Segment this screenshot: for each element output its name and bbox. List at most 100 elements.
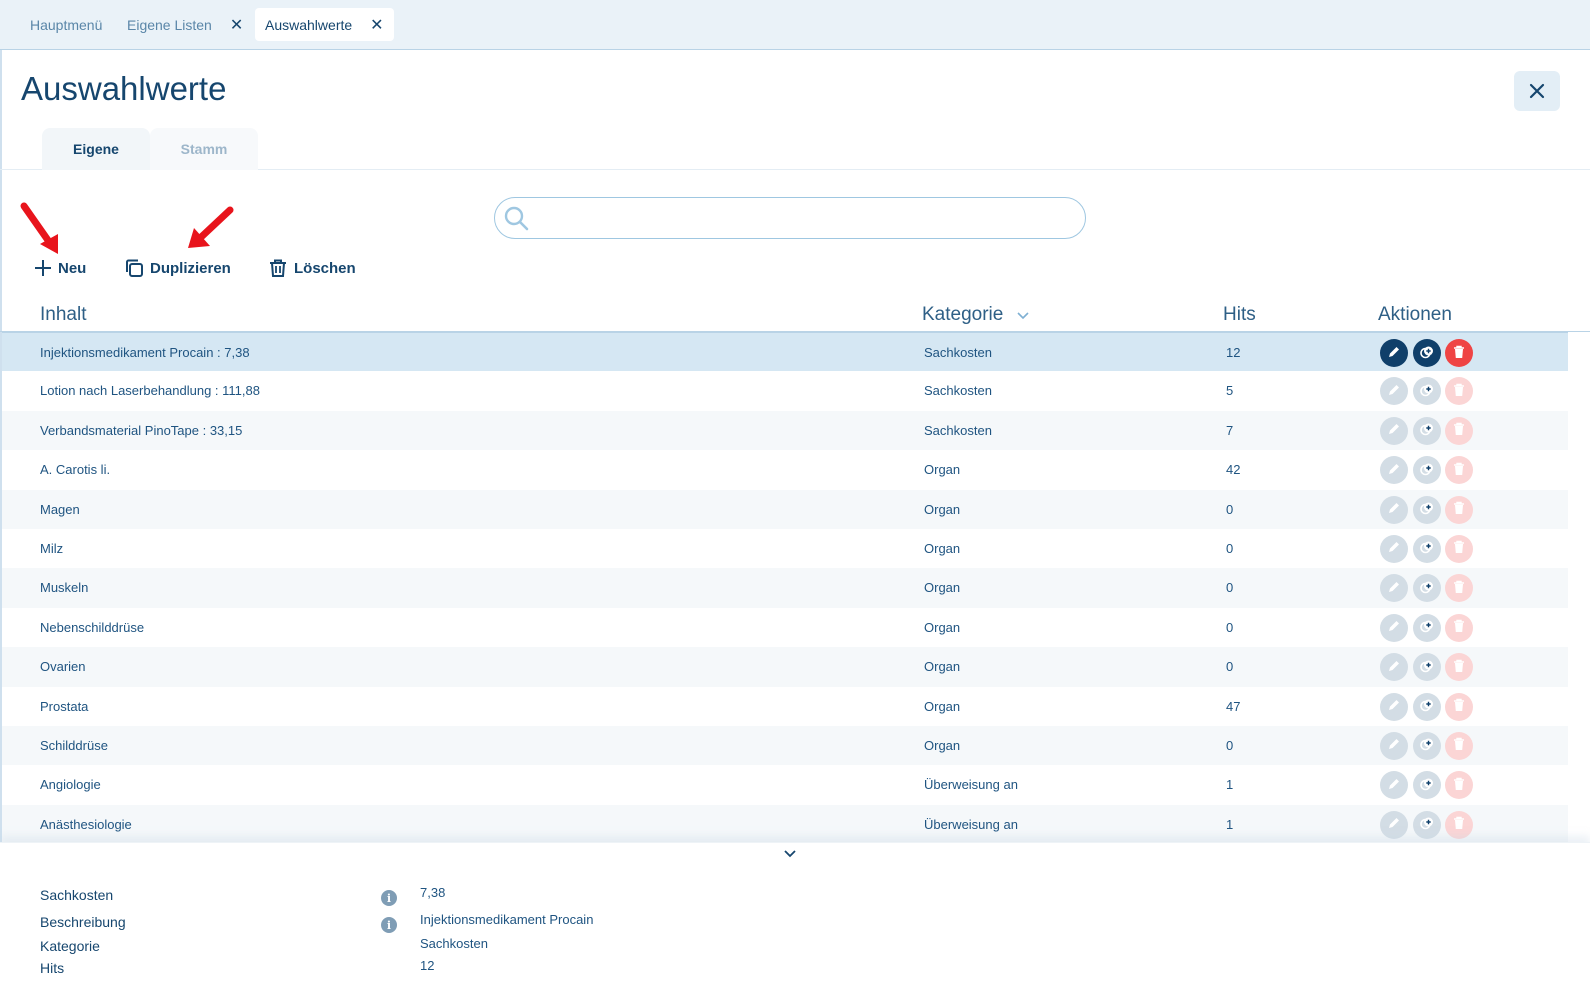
window-tab-auswahlwerte[interactable]: Auswahlwerte ✕ <box>255 8 394 41</box>
table-row[interactable]: Lotion nach Laserbehandlung : 111,88 Sac… <box>2 371 1568 410</box>
delete-row-button[interactable] <box>1445 339 1473 367</box>
table-row[interactable]: Anästhesiologie Überweisung an 1 <box>2 804 1568 845</box>
edit-button[interactable] <box>1380 339 1408 367</box>
column-header-hits[interactable]: Hits <box>1223 304 1256 326</box>
detail-label: Hits <box>40 960 65 976</box>
column-header-inhalt[interactable]: Inhalt <box>40 304 86 326</box>
table-row[interactable]: Muskeln Organ 0 <box>2 568 1568 608</box>
delete-row-button[interactable] <box>1445 456 1473 485</box>
delete-row-button[interactable] <box>1445 574 1473 603</box>
table-row[interactable]: Nebenschilddrüse Organ 0 <box>2 608 1568 647</box>
edit-button[interactable] <box>1380 534 1408 563</box>
cell-hits: 47 <box>1226 698 1241 714</box>
cell-inhalt: Muskeln <box>40 580 89 596</box>
duplicate-row-button[interactable] <box>1413 574 1441 603</box>
edit-button[interactable] <box>1380 731 1408 760</box>
cell-hits: 0 <box>1226 619 1234 635</box>
delete-row-button[interactable] <box>1445 416 1473 445</box>
table-row[interactable]: Verbandsmaterial PinoTape : 33,15 Sachko… <box>2 410 1568 451</box>
duplicate-row-button[interactable] <box>1413 534 1441 563</box>
delete-row-button[interactable] <box>1445 613 1473 642</box>
edit-button[interactable] <box>1380 377 1408 406</box>
chevron-down-icon[interactable] <box>783 849 797 859</box>
table-row[interactable]: Milz Organ 0 <box>2 529 1568 568</box>
detail-value: Sachkosten <box>420 936 488 951</box>
delete-row-button[interactable] <box>1445 377 1473 406</box>
table-row[interactable]: Ovarien Organ 0 <box>2 647 1568 687</box>
table-row[interactable]: Prostata Organ 47 <box>2 687 1568 726</box>
detail-panel: Sachkosten i 7,38 Beschreibung i Injektionsme… <box>0 842 1590 1001</box>
duplicate-row-button[interactable] <box>1413 731 1441 760</box>
duplicate-row-button[interactable] <box>1413 653 1441 682</box>
cell-inhalt: Verbandsmaterial PinoTape : 33,15 <box>40 422 243 438</box>
cell-kategorie: Sachkosten <box>924 383 992 399</box>
edit-button[interactable] <box>1380 613 1408 642</box>
delete-button[interactable]: Löschen <box>268 255 356 281</box>
delete-button-label: Löschen <box>294 259 356 277</box>
edit-button[interactable] <box>1380 574 1408 603</box>
info-icon[interactable]: i <box>381 917 397 933</box>
duplicate-row-button[interactable] <box>1413 810 1441 839</box>
duplicate-icon <box>1419 539 1435 558</box>
detail-value: 12 <box>420 958 435 973</box>
cell-hits: 0 <box>1226 540 1234 556</box>
duplicate-row-button[interactable] <box>1413 339 1441 367</box>
duplicate-button[interactable]: Duplizieren <box>124 255 231 281</box>
edit-button[interactable] <box>1380 771 1408 800</box>
edit-button[interactable] <box>1380 416 1408 445</box>
close-button[interactable] <box>1514 71 1560 111</box>
trash-icon <box>1452 462 1466 479</box>
edit-button[interactable] <box>1380 495 1408 524</box>
delete-row-button[interactable] <box>1445 534 1473 563</box>
column-header-kategorie[interactable]: Kategorie <box>922 304 1003 326</box>
window-tab-label: Eigene Listen <box>127 16 212 33</box>
duplicate-row-button[interactable] <box>1413 613 1441 642</box>
table-row[interactable]: Schilddrüse Organ 0 <box>2 725 1568 766</box>
window-tab-eigene-listen[interactable]: Eigene Listen ✕ <box>117 8 253 41</box>
delete-row-button[interactable] <box>1445 731 1473 760</box>
duplicate-row-button[interactable] <box>1413 692 1441 721</box>
table-row[interactable]: A. Carotis li. Organ 42 <box>2 450 1568 489</box>
edit-button[interactable] <box>1380 456 1408 485</box>
new-button[interactable]: Neu <box>34 255 86 281</box>
table-row[interactable]: Angiologie Überweisung an 1 <box>2 765 1568 804</box>
search-box <box>494 197 1086 239</box>
cell-hits: 5 <box>1226 383 1234 399</box>
trash-icon <box>1452 501 1466 518</box>
info-icon[interactable]: i <box>381 890 397 906</box>
duplicate-row-button[interactable] <box>1413 416 1441 445</box>
table-row[interactable]: Magen Organ 0 <box>2 489 1568 529</box>
duplicate-icon <box>1419 344 1435 363</box>
delete-row-button[interactable] <box>1445 771 1473 800</box>
delete-row-button[interactable] <box>1445 692 1473 721</box>
window-tab-hauptmenue[interactable]: Hauptmenü <box>20 8 112 41</box>
delete-row-button[interactable] <box>1445 495 1473 524</box>
copy-icon <box>126 259 143 277</box>
delete-row-button[interactable] <box>1445 810 1473 839</box>
pencil-icon <box>1387 383 1401 400</box>
search-input[interactable] <box>539 204 1069 232</box>
close-tab-icon[interactable]: ✕ <box>370 15 383 35</box>
edit-button[interactable] <box>1380 653 1408 682</box>
table-row[interactable]: Injektionsmedikament Procain : 7,38 Sach… <box>2 332 1568 372</box>
cell-inhalt: Nebenschilddrüse <box>40 619 145 635</box>
tab-eigene[interactable]: Eigene <box>42 128 150 170</box>
delete-row-button[interactable] <box>1445 653 1473 682</box>
close-tab-icon[interactable]: ✕ <box>230 15 243 35</box>
cell-hits: 0 <box>1226 659 1234 675</box>
cell-inhalt: Milz <box>40 540 64 556</box>
cell-hits: 0 <box>1226 737 1234 753</box>
duplicate-row-button[interactable] <box>1413 495 1441 524</box>
duplicate-row-button[interactable] <box>1413 377 1441 406</box>
column-header-aktionen: Aktionen <box>1378 304 1452 325</box>
duplicate-row-button[interactable] <box>1413 456 1441 485</box>
cell-hits: 42 <box>1226 462 1241 478</box>
chevron-down-icon[interactable] <box>1017 312 1029 320</box>
tab-stamm[interactable]: Stamm <box>150 128 258 170</box>
edit-button[interactable] <box>1380 810 1408 839</box>
edit-button[interactable] <box>1380 692 1408 721</box>
cell-inhalt: Anästhesiologie <box>40 816 132 832</box>
duplicate-row-button[interactable] <box>1413 771 1441 800</box>
cell-inhalt: Lotion nach Laserbehandlung : 111,88 <box>40 383 260 399</box>
cell-kategorie: Organ <box>924 659 961 675</box>
